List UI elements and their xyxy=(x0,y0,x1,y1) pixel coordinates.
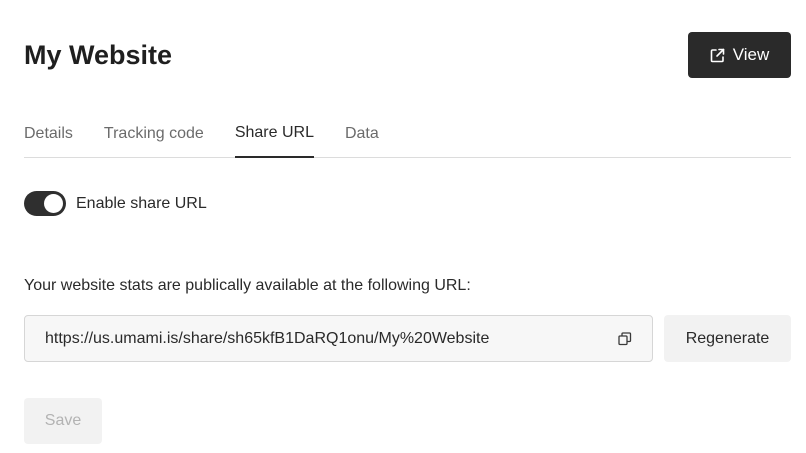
tab-data[interactable]: Data xyxy=(345,110,379,157)
regenerate-button[interactable]: Regenerate xyxy=(664,315,791,362)
copy-icon[interactable] xyxy=(618,331,632,346)
external-link-icon xyxy=(710,48,725,63)
save-button[interactable]: Save xyxy=(24,398,102,444)
view-button-label: View xyxy=(732,45,770,64)
tab-share-url[interactable]: Share URL xyxy=(234,110,314,158)
share-url-field[interactable]: https://us.umami.is/share/sh65kfB1DaRQ1o… xyxy=(24,315,653,362)
toggle-knob xyxy=(44,194,63,213)
share-info-text: Your website stats are publically availa… xyxy=(24,277,471,294)
tab-details[interactable]: Details xyxy=(24,110,73,157)
tab-bar: Details Tracking code Share URL Data xyxy=(24,110,791,158)
tab-tracking-code[interactable]: Tracking code xyxy=(104,110,204,157)
toggle-label: Enable share URL xyxy=(76,194,207,212)
page-title: My Website xyxy=(24,40,173,70)
enable-share-toggle[interactable] xyxy=(24,191,66,216)
share-toggle-row: Enable share URL xyxy=(24,191,207,216)
share-url-value[interactable]: https://us.umami.is/share/sh65kfB1DaRQ1o… xyxy=(45,330,618,348)
view-button[interactable]: View xyxy=(688,32,791,78)
